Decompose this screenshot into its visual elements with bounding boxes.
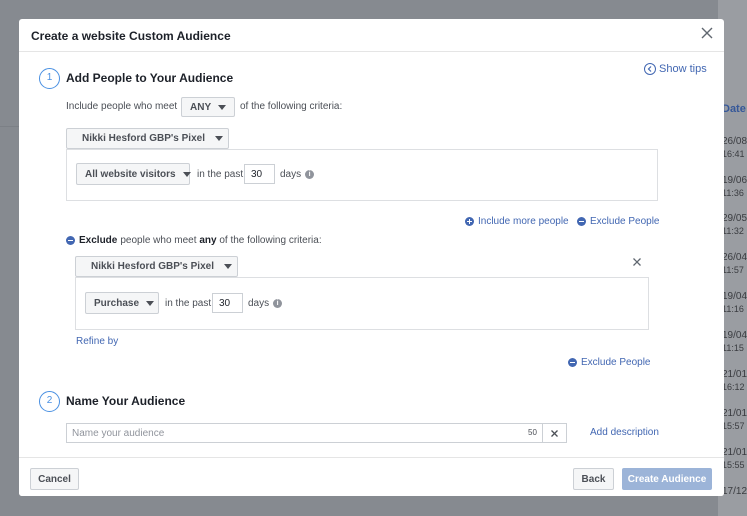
- close-icon[interactable]: [700, 26, 714, 40]
- info-icon[interactable]: i: [273, 299, 283, 308]
- bg-time: 15:55: [722, 460, 745, 470]
- cancel-button[interactable]: Cancel: [30, 468, 79, 490]
- bg-time: 16:12: [722, 382, 745, 392]
- bg-date: 21/01: [722, 408, 747, 419]
- pixel-name: Nikki Hesford GBP's Pixel: [82, 133, 205, 144]
- bg-time: 11:16: [722, 304, 744, 314]
- match-type-dropdown[interactable]: ANY: [181, 97, 235, 117]
- clear-name-button[interactable]: [543, 423, 567, 443]
- minus-circle-icon: [568, 358, 577, 367]
- exclude-pixel-dropdown[interactable]: Nikki Hesford GBP's Pixel: [75, 256, 238, 277]
- exclude-days-label: days: [248, 298, 270, 309]
- bg-date-row: 26/08 16:41: [722, 136, 747, 160]
- visitor-rule-value: All website visitors: [85, 168, 176, 180]
- exclude-rule-box: [75, 277, 649, 330]
- step-2-title: Name Your Audience: [66, 394, 186, 408]
- exclude-criteria-line: Exclude people who meet any of the follo…: [66, 235, 322, 246]
- exclude-any-text: any: [199, 235, 217, 246]
- add-description-link[interactable]: Add description: [590, 427, 659, 438]
- bg-date-row: 29/05 11:32: [722, 213, 747, 237]
- retention-days-input[interactable]: 30: [244, 164, 275, 184]
- exclude-in-the-past-label: in the past: [165, 298, 212, 309]
- exclude-people-label: Exclude People: [590, 216, 660, 227]
- bg-date-header: Date: [722, 103, 746, 115]
- remove-exclusion-icon[interactable]: [631, 256, 643, 268]
- bg-date: 19/04: [722, 291, 747, 302]
- dialog-title: Create a website Custom Audience: [31, 29, 231, 43]
- exclude-bold-label: Exclude: [79, 235, 118, 246]
- dialog-header: Create a website Custom Audience: [19, 19, 724, 52]
- exclude-people-label-2: Exclude People: [581, 357, 651, 368]
- exclude-rule-dropdown[interactable]: Purchase: [85, 292, 159, 314]
- bg-date-row: 26/04 11:57: [722, 252, 747, 276]
- include-more-people-link[interactable]: Include more people: [465, 216, 569, 227]
- exclude-people-link-2[interactable]: Exclude People: [568, 357, 651, 368]
- bg-date-row: 21/01 15:55: [722, 447, 747, 471]
- bg-date: 26/04: [722, 252, 747, 263]
- show-tips-link[interactable]: Show tips: [644, 63, 707, 75]
- custom-audience-dialog: Create a website Custom Audience Show ti…: [19, 19, 724, 496]
- bg-time: 16:41: [722, 149, 745, 159]
- bg-date: 21/01: [722, 447, 747, 458]
- back-button[interactable]: Back: [573, 468, 614, 490]
- caret-down-icon: [223, 264, 232, 269]
- close-icon: [551, 429, 558, 437]
- bg-date-row: 19/06 11:36: [722, 175, 747, 199]
- bg-date: 17/12: [722, 486, 747, 497]
- minus-circle-icon: [577, 217, 586, 226]
- days-label-group: days i: [280, 169, 315, 180]
- bg-date-row: 17/12: [722, 486, 747, 498]
- bg-time: 11:36: [722, 188, 744, 198]
- match-type-value: ANY: [190, 101, 212, 113]
- exclude-rule-value: Purchase: [94, 297, 140, 309]
- show-tips-label: Show tips: [659, 63, 707, 75]
- exclude-days-input[interactable]: 30: [212, 293, 243, 313]
- refine-by-link[interactable]: Refine by: [76, 336, 118, 347]
- bg-date-row: 21/01 16:12: [722, 369, 747, 393]
- bg-time: 11:32: [722, 226, 744, 236]
- bg-date: 26/08: [722, 136, 747, 147]
- bg-date-row: 21/01 15:57: [722, 408, 747, 432]
- dialog-footer: Cancel Back Create Audience: [19, 457, 724, 496]
- pixel-dropdown[interactable]: Nikki Hesford GBP's Pixel: [66, 128, 229, 149]
- create-audience-button[interactable]: Create Audience: [622, 468, 712, 490]
- bg-date-row: 19/04 11:16: [722, 291, 747, 315]
- info-icon[interactable]: i: [305, 170, 315, 179]
- char-count: 50: [528, 428, 537, 437]
- step-2-badge: 2: [39, 391, 60, 412]
- chevron-left-icon: [644, 63, 656, 75]
- step-1-badge: 1: [39, 68, 60, 89]
- exclude-mid-text: people who meet: [120, 235, 197, 246]
- bg-date: 21/01: [722, 369, 747, 380]
- bg-time: 11:15: [722, 343, 744, 353]
- caret-down-icon: [146, 300, 155, 306]
- audience-name-input[interactable]: Name your audience: [66, 423, 543, 443]
- caret-down-icon: [214, 136, 223, 141]
- exclude-pixel-name: Nikki Hesford GBP's Pixel: [91, 261, 214, 272]
- bg-time: 11:57: [722, 265, 744, 275]
- visitor-rule-dropdown[interactable]: All website visitors: [76, 163, 191, 185]
- exclude-suffix-text: of the following criteria:: [219, 235, 322, 246]
- days-label: days: [280, 169, 302, 180]
- minus-circle-icon[interactable]: [66, 236, 75, 245]
- bg-date: 19/04: [722, 330, 747, 341]
- caret-down-icon: [182, 171, 191, 177]
- include-suffix: of the following criteria:: [240, 101, 343, 112]
- in-the-past-label: in the past: [197, 169, 244, 180]
- step-1-title: Add People to Your Audience: [66, 71, 234, 85]
- caret-down-icon: [218, 104, 227, 110]
- exclude-days-label-group: days i: [248, 298, 283, 309]
- bg-date: 29/05: [722, 213, 747, 224]
- exclude-people-link[interactable]: Exclude People: [577, 216, 660, 227]
- bg-time: 15:57: [722, 421, 745, 431]
- include-more-label: Include more people: [478, 216, 569, 227]
- bg-date-row: 19/04 11:15: [722, 330, 747, 354]
- bg-date: 19/06: [722, 175, 747, 186]
- include-prefix: Include people who meet: [66, 101, 178, 112]
- plus-circle-icon: [465, 217, 474, 226]
